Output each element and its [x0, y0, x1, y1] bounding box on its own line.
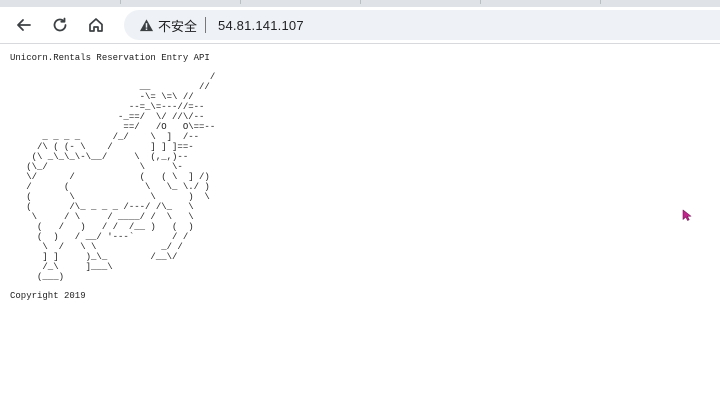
reload-icon — [53, 17, 67, 32]
arrow-left-icon — [17, 19, 31, 31]
browser-tab[interactable] — [480, 0, 601, 4]
back-button[interactable] — [10, 11, 38, 39]
page-title: Unicorn.Rentals Reservation Entry API — [10, 53, 210, 63]
page-content: Unicorn.Rentals Reservation Entry API / … — [0, 44, 720, 408]
browser-tab[interactable] — [240, 0, 361, 4]
browser-tab[interactable] — [0, 0, 121, 4]
home-button[interactable] — [82, 11, 110, 39]
browser-toolbar: 不安全 54.81.141.107 — [0, 7, 720, 44]
security-status-label[interactable]: 不安全 — [158, 16, 197, 35]
copyright-text: Copyright 2019 — [10, 291, 86, 301]
url-text[interactable]: 54.81.141.107 — [218, 18, 304, 33]
reload-button[interactable] — [46, 11, 74, 39]
browser-tab[interactable] — [120, 0, 241, 4]
tab-strip — [0, 0, 720, 7]
api-response-body: Unicorn.Rentals Reservation Entry API / … — [10, 44, 215, 301]
warning-triangle-icon[interactable] — [138, 17, 154, 33]
mouse-cursor-icon — [682, 209, 692, 221]
home-icon — [89, 18, 103, 32]
address-bar[interactable]: 不安全 54.81.141.107 — [124, 10, 720, 40]
omnibox-divider — [205, 17, 207, 33]
unicorn-ascii-art: / __ // -\= \=\ // --=_\=---//=-- -_==/ … — [26, 72, 216, 282]
browser-tab[interactable] — [360, 0, 481, 4]
